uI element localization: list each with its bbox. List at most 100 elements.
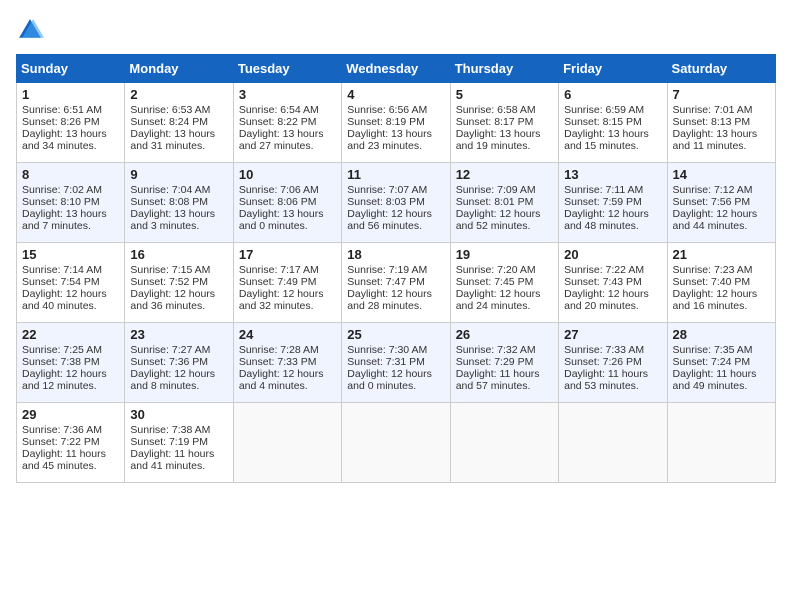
weekday-header-saturday: Saturday	[667, 55, 775, 83]
day-number: 29	[22, 407, 119, 422]
daylight-text: Daylight: 11 hours and 53 minutes.	[564, 368, 661, 392]
sunset-text: Sunset: 7:36 PM	[130, 356, 227, 368]
sunset-text: Sunset: 8:15 PM	[564, 116, 661, 128]
calendar-cell: 21Sunrise: 7:23 AMSunset: 7:40 PMDayligh…	[667, 243, 775, 323]
calendar-cell: 23Sunrise: 7:27 AMSunset: 7:36 PMDayligh…	[125, 323, 233, 403]
sunrise-text: Sunrise: 7:36 AM	[22, 424, 119, 436]
day-number: 16	[130, 247, 227, 262]
daylight-text: Daylight: 12 hours and 16 minutes.	[673, 288, 770, 312]
day-number: 15	[22, 247, 119, 262]
sunrise-text: Sunrise: 7:35 AM	[673, 344, 770, 356]
calendar-cell: 7Sunrise: 7:01 AMSunset: 8:13 PMDaylight…	[667, 83, 775, 163]
calendar-cell: 25Sunrise: 7:30 AMSunset: 7:31 PMDayligh…	[342, 323, 450, 403]
daylight-text: Daylight: 13 hours and 19 minutes.	[456, 128, 553, 152]
calendar-cell: 16Sunrise: 7:15 AMSunset: 7:52 PMDayligh…	[125, 243, 233, 323]
weekday-header-friday: Friday	[559, 55, 667, 83]
day-number: 27	[564, 327, 661, 342]
daylight-text: Daylight: 13 hours and 34 minutes.	[22, 128, 119, 152]
daylight-text: Daylight: 13 hours and 23 minutes.	[347, 128, 444, 152]
daylight-text: Daylight: 12 hours and 32 minutes.	[239, 288, 336, 312]
sunset-text: Sunset: 8:22 PM	[239, 116, 336, 128]
daylight-text: Daylight: 12 hours and 12 minutes.	[22, 368, 119, 392]
daylight-text: Daylight: 13 hours and 7 minutes.	[22, 208, 119, 232]
calendar-cell: 8Sunrise: 7:02 AMSunset: 8:10 PMDaylight…	[17, 163, 125, 243]
sunrise-text: Sunrise: 6:51 AM	[22, 104, 119, 116]
day-number: 5	[456, 87, 553, 102]
sunrise-text: Sunrise: 7:11 AM	[564, 184, 661, 196]
calendar-cell: 13 Sunrise: 7:11 AMSunset: 7:59 PMDayligh…	[559, 163, 667, 243]
calendar-cell: 28Sunrise: 7:35 AMSunset: 7:24 PMDayligh…	[667, 323, 775, 403]
sunrise-text: Sunrise: 7:07 AM	[347, 184, 444, 196]
calendar-cell: 4Sunrise: 6:56 AMSunset: 8:19 PMDaylight…	[342, 83, 450, 163]
weekday-header-wednesday: Wednesday	[342, 55, 450, 83]
weekday-header-tuesday: Tuesday	[233, 55, 341, 83]
sunset-text: Sunset: 8:24 PM	[130, 116, 227, 128]
daylight-text: Daylight: 12 hours and 8 minutes.	[130, 368, 227, 392]
sunset-text: Sunset: 7:22 PM	[22, 436, 119, 448]
sunset-text: Sunset: 7:26 PM	[564, 356, 661, 368]
daylight-text: Daylight: 11 hours and 57 minutes.	[456, 368, 553, 392]
sunrise-text: Sunrise: 7:28 AM	[239, 344, 336, 356]
daylight-text: Daylight: 13 hours and 11 minutes.	[673, 128, 770, 152]
calendar-cell: 26 Sunrise: 7:32 AMSunset: 7:29 PMDayligh…	[450, 323, 558, 403]
sunrise-text: Sunrise: 7:04 AM	[130, 184, 227, 196]
day-number: 24	[239, 327, 336, 342]
day-number: 20	[564, 247, 661, 262]
sunset-text: Sunset: 7:38 PM	[22, 356, 119, 368]
calendar-cell: 9Sunrise: 7:04 AMSunset: 8:08 PMDaylight…	[125, 163, 233, 243]
calendar-cell: 17Sunrise: 7:17 AMSunset: 7:49 PMDayligh…	[233, 243, 341, 323]
sunrise-text: Sunrise: 7:22 AM	[564, 264, 661, 276]
sunrise-text: Sunrise: 7:32 AM	[456, 344, 553, 356]
day-number: 13	[564, 167, 661, 182]
calendar-week-row-4: 22Sunrise: 7:25 AMSunset: 7:38 PMDayligh…	[17, 323, 776, 403]
calendar-cell: 3Sunrise: 6:54 AMSunset: 8:22 PMDaylight…	[233, 83, 341, 163]
day-number: 23	[130, 327, 227, 342]
calendar-cell: 12Sunrise: 7:09 AMSunset: 8:01 PMDayligh…	[450, 163, 558, 243]
daylight-text: Daylight: 12 hours and 28 minutes.	[347, 288, 444, 312]
sunset-text: Sunset: 7:29 PM	[456, 356, 553, 368]
daylight-text: Daylight: 13 hours and 3 minutes.	[130, 208, 227, 232]
sunrise-text: Sunrise: 6:56 AM	[347, 104, 444, 116]
calendar-cell: 27Sunrise: 7:33 AMSunset: 7:26 PMDayligh…	[559, 323, 667, 403]
calendar-cell: 11Sunrise: 7:07 AMSunset: 8:03 PMDayligh…	[342, 163, 450, 243]
calendar-cell: 15Sunrise: 7:14 AMSunset: 7:54 PMDayligh…	[17, 243, 125, 323]
sunset-text: Sunset: 7:45 PM	[456, 276, 553, 288]
sunset-text: Sunset: 8:13 PM	[673, 116, 770, 128]
day-number: 22	[22, 327, 119, 342]
sunset-text: Sunset: 7:59 PM	[564, 196, 661, 208]
weekday-header-monday: Monday	[125, 55, 233, 83]
calendar-week-row-5: 29 Sunrise: 7:36 AMSunset: 7:22 PM Dayligh…	[17, 403, 776, 483]
daylight-text: Daylight: 11 hours and 41 minutes.	[130, 448, 227, 472]
day-number: 6	[564, 87, 661, 102]
sunrise-text: Sunrise: 7:09 AM	[456, 184, 553, 196]
day-number: 7	[673, 87, 770, 102]
sunrise-text: Sunrise: 6:59 AM	[564, 104, 661, 116]
day-number: 19	[456, 247, 553, 262]
sunset-text: Sunset: 7:31 PM	[347, 356, 444, 368]
day-number: 21	[673, 247, 770, 262]
weekday-header-sunday: Sunday	[17, 55, 125, 83]
day-number: 8	[22, 167, 119, 182]
sunrise-text: Sunrise: 7:12 AM	[673, 184, 770, 196]
daylight-text: Daylight: 12 hours and 48 minutes.	[564, 208, 661, 232]
day-number: 10	[239, 167, 336, 182]
calendar-table: SundayMondayTuesdayWednesdayThursdayFrid…	[16, 54, 776, 483]
sunset-text: Sunset: 8:06 PM	[239, 196, 336, 208]
day-number: 2	[130, 87, 227, 102]
calendar-cell: 22Sunrise: 7:25 AMSunset: 7:38 PMDayligh…	[17, 323, 125, 403]
sunrise-text: Sunrise: 7:20 AM	[456, 264, 553, 276]
sunset-text: Sunset: 7:19 PM	[130, 436, 227, 448]
calendar-cell: 10Sunrise: 7:06 AMSunset: 8:06 PMDayligh…	[233, 163, 341, 243]
daylight-text: Daylight: 13 hours and 15 minutes.	[564, 128, 661, 152]
weekday-header-thursday: Thursday	[450, 55, 558, 83]
daylight-text: Daylight: 11 hours and 49 minutes.	[673, 368, 770, 392]
calendar-cell	[559, 403, 667, 483]
sunrise-text: Sunrise: 7:15 AM	[130, 264, 227, 276]
calendar-week-row-3: 15Sunrise: 7:14 AMSunset: 7:54 PMDayligh…	[17, 243, 776, 323]
sunrise-text: Sunrise: 6:53 AM	[130, 104, 227, 116]
day-number: 26	[456, 327, 553, 342]
sunrise-text: Sunrise: 7:38 AM	[130, 424, 227, 436]
sunrise-text: Sunrise: 7:23 AM	[673, 264, 770, 276]
daylight-text: Daylight: 13 hours and 27 minutes.	[239, 128, 336, 152]
calendar-cell	[342, 403, 450, 483]
